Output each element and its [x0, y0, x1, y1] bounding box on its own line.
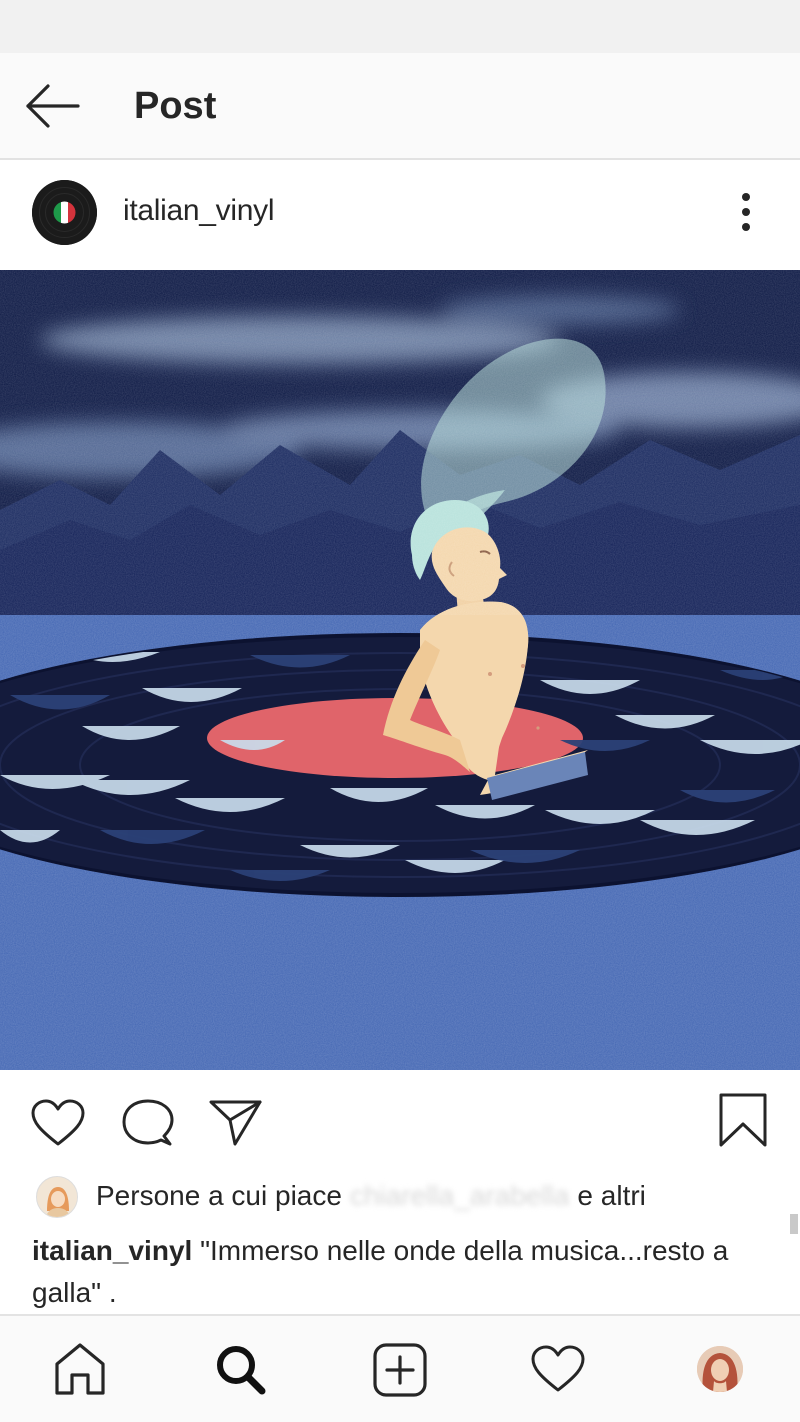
- account-avatar[interactable]: [32, 180, 97, 245]
- comment-icon: [122, 1099, 174, 1146]
- bottom-navigation: [0, 1314, 800, 1422]
- save-button[interactable]: [716, 1092, 770, 1148]
- likes-summary[interactable]: Persone a cui piace chiarella_arabella e a…: [0, 1172, 800, 1224]
- more-vertical-icon: [742, 193, 750, 231]
- app-bar: Post: [0, 53, 800, 160]
- page-title: Post: [134, 85, 217, 127]
- heart-icon: [531, 1345, 585, 1392]
- profile-avatar: [697, 1346, 743, 1392]
- post-actions: [0, 1070, 800, 1170]
- status-bar: [0, 0, 800, 53]
- liker-username[interactable]: chiarella_arabella: [342, 1180, 577, 1211]
- nav-new-post[interactable]: [360, 1316, 440, 1422]
- nav-search[interactable]: [200, 1316, 280, 1422]
- like-button[interactable]: [30, 1098, 86, 1148]
- more-options-button[interactable]: [728, 190, 764, 236]
- nav-activity[interactable]: [518, 1316, 598, 1422]
- liker-avatar: [36, 1176, 78, 1218]
- search-icon: [217, 1346, 266, 1395]
- share-button[interactable]: [208, 1096, 264, 1148]
- scrollbar-thumb[interactable]: [790, 1214, 798, 1234]
- back-button[interactable]: [22, 81, 84, 131]
- post-image[interactable]: [0, 270, 800, 1070]
- vinyl-italian-flag-icon: [32, 180, 97, 245]
- bookmark-icon: [719, 1093, 767, 1147]
- post-username[interactable]: italian_vinyl: [123, 194, 274, 228]
- caption-username[interactable]: italian_vinyl: [32, 1235, 192, 1266]
- post-header: italian_vinyl: [0, 160, 800, 270]
- nav-home[interactable]: [40, 1316, 120, 1422]
- likes-suffix[interactable]: e altri: [577, 1180, 645, 1211]
- nav-profile[interactable]: [697, 1346, 743, 1392]
- comment-button[interactable]: [120, 1098, 176, 1148]
- send-icon: [209, 1100, 262, 1146]
- add-post-icon: [373, 1343, 427, 1397]
- likes-text: Persone a cui piace chiarella_arabella e a…: [96, 1180, 646, 1212]
- likes-prefix: Persone a cui piace: [96, 1180, 342, 1211]
- heart-icon: [31, 1099, 85, 1146]
- post-caption: italian_vinyl "Immerso nelle onde della …: [32, 1230, 772, 1314]
- illustration-man-in-vinyl-sea: [0, 270, 800, 1070]
- arrow-left-icon: [26, 84, 80, 128]
- home-icon: [55, 1343, 105, 1395]
